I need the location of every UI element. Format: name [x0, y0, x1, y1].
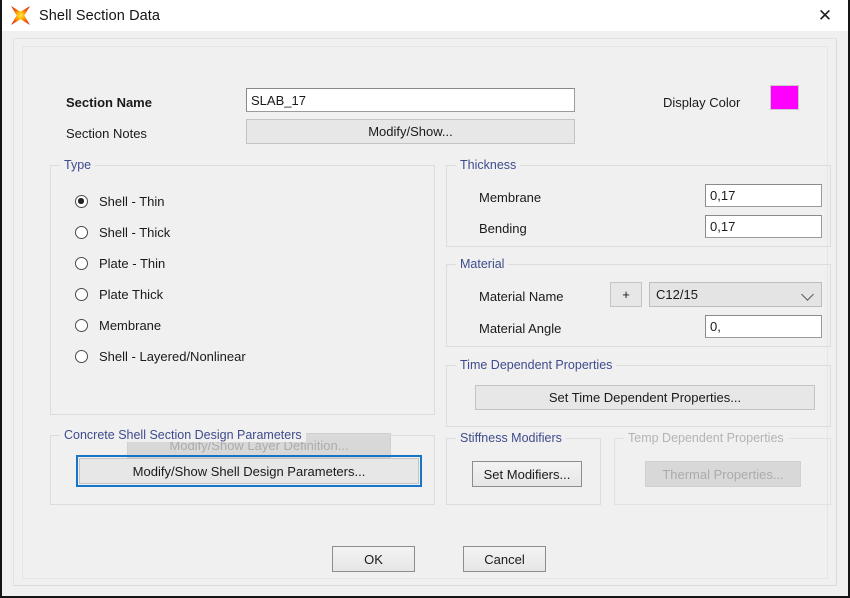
display-color-label: Display Color — [663, 95, 741, 110]
radio-shell-thick[interactable]: Shell - Thick — [75, 225, 170, 240]
section-name-label: Section Name — [66, 95, 152, 110]
material-name-value: C12/15 — [656, 287, 698, 302]
set-modifiers-button[interactable]: Set Modifiers... — [472, 461, 582, 487]
title-bar: Shell Section Data ✕ — [2, 0, 848, 31]
material-name-dropdown[interactable]: C12/15 — [649, 282, 822, 307]
set-time-dependent-properties-button[interactable]: Set Time Dependent Properties... — [475, 385, 815, 410]
radio-label: Shell - Layered/Nonlinear — [99, 349, 246, 364]
dialog-outer-frame: Section Name SLAB_17 Section Notes Modif… — [13, 38, 837, 586]
radio-membrane[interactable]: Membrane — [75, 318, 161, 333]
temp-dependent-properties-group: Temp Dependent Properties Thermal Proper… — [614, 431, 831, 505]
material-group-label: Material — [456, 257, 509, 271]
radio-label: Plate Thick — [99, 287, 164, 302]
ok-button[interactable]: OK — [332, 546, 415, 572]
membrane-thickness-label: Membrane — [479, 190, 542, 205]
window-title: Shell Section Data — [39, 7, 161, 24]
radio-indicator — [75, 319, 88, 332]
membrane-thickness-input[interactable]: 0,17 — [705, 184, 822, 207]
radio-label: Membrane — [99, 318, 162, 333]
display-color-swatch[interactable] — [770, 85, 799, 110]
shell-section-data-dialog: Shell Section Data ✕ Section Name SLAB_1… — [0, 0, 850, 598]
radio-shell-thin[interactable]: Shell - Thin — [75, 194, 165, 209]
material-name-label: Material Name — [479, 289, 564, 304]
close-icon[interactable]: ✕ — [802, 0, 848, 31]
temp-dependent-properties-label: Temp Dependent Properties — [624, 431, 788, 445]
dialog-inner-frame: Section Name SLAB_17 Section Notes Modif… — [22, 46, 831, 579]
radio-label: Plate - Thin — [99, 256, 166, 271]
chevron-down-icon — [801, 287, 814, 301]
type-group-label: Type — [60, 158, 96, 172]
bending-thickness-label: Bending — [479, 221, 527, 236]
material-group: Material Material Name + C12/15 Material… — [446, 257, 831, 347]
material-angle-input[interactable]: 0, — [705, 315, 822, 338]
stiffness-modifiers-label: Stiffness Modifiers — [456, 431, 566, 445]
thickness-group: Thickness Membrane 0,17 Bending 0,17 — [446, 158, 831, 247]
radio-label: Shell - Thick — [99, 225, 171, 240]
section-notes-label: Section Notes — [66, 126, 147, 141]
stiffness-modifiers-group: Stiffness Modifiers Set Modifiers... — [446, 431, 601, 505]
csi-star-icon — [11, 6, 30, 25]
concrete-shell-design-parameters-group: Concrete Shell Section Design Parameters… — [50, 428, 435, 505]
thermal-properties-button: Thermal Properties... — [645, 461, 801, 487]
radio-indicator — [75, 257, 88, 270]
radio-shell-layered-nonlinear[interactable]: Shell - Layered/Nonlinear — [75, 349, 246, 364]
concrete-shell-design-parameters-label: Concrete Shell Section Design Parameters — [60, 428, 306, 442]
dialog-body: Section Name SLAB_17 Section Notes Modif… — [4, 31, 848, 596]
radio-indicator — [75, 288, 88, 301]
radio-indicator — [75, 350, 88, 363]
thickness-group-label: Thickness — [456, 158, 521, 172]
cancel-button[interactable]: Cancel — [463, 546, 546, 572]
time-dependent-properties-group: Time Dependent Properties Set Time Depen… — [446, 358, 831, 427]
radio-plate-thick[interactable]: Plate Thick — [75, 287, 163, 302]
time-dependent-properties-label: Time Dependent Properties — [456, 358, 617, 372]
type-group: Type Shell - Thin Shell - Thick Plate - … — [50, 158, 435, 458]
material-angle-label: Material Angle — [479, 321, 562, 336]
radio-indicator — [75, 226, 88, 239]
radio-label: Shell - Thin — [99, 194, 165, 209]
modify-show-shell-design-parameters-button[interactable]: Modify/Show Shell Design Parameters... — [76, 455, 422, 487]
bending-thickness-input[interactable]: 0,17 — [705, 215, 822, 238]
radio-plate-thin[interactable]: Plate - Thin — [75, 256, 165, 271]
add-material-button[interactable]: + — [610, 282, 642, 307]
section-notes-modify-show-button[interactable]: Modify/Show... — [246, 119, 575, 144]
section-name-input[interactable]: SLAB_17 — [246, 88, 575, 112]
radio-indicator — [75, 195, 88, 208]
